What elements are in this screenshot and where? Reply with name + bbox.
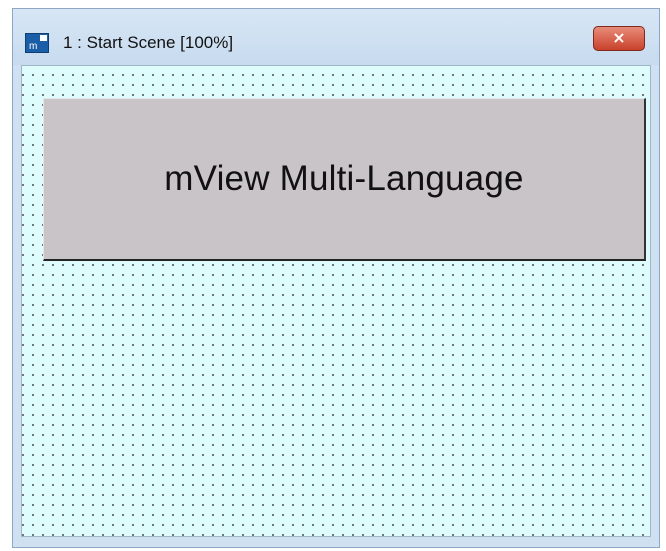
titlebar[interactable]: m 1 : Start Scene [100%] × xyxy=(13,9,659,65)
window-title: 1 : Start Scene [100%] xyxy=(63,33,234,52)
scene-window: m 1 : Start Scene [100%] × mView Multi-L… xyxy=(12,8,660,548)
app-icon-corner xyxy=(40,35,47,41)
app-icon[interactable]: m xyxy=(25,33,49,53)
close-button[interactable]: × xyxy=(593,26,645,51)
close-icon: × xyxy=(612,28,626,47)
button-label: mView Multi-Language xyxy=(164,159,524,198)
app-icon-letter: m xyxy=(29,41,38,52)
multi-language-button[interactable]: mView Multi-Language xyxy=(43,98,646,261)
scene-canvas[interactable]: mView Multi-Language xyxy=(21,65,651,537)
